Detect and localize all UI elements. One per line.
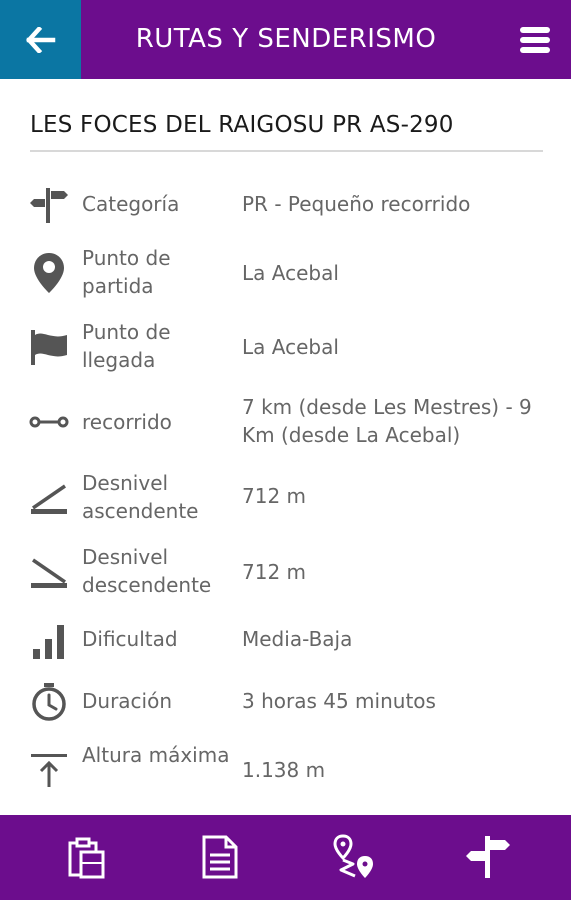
- duration-label: Duración: [82, 689, 173, 713]
- signpost-icon: [466, 836, 510, 878]
- duration-value: 3 horas 45 minutos: [242, 689, 436, 713]
- clipboard-button[interactable]: [60, 832, 112, 882]
- ascent-icon: [28, 477, 70, 519]
- signpost-icon: [28, 184, 70, 226]
- difficulty-value: Media-Baja: [242, 627, 353, 651]
- max-altitude-icon: [28, 749, 70, 791]
- flag-icon: [28, 326, 70, 368]
- document-button[interactable]: [193, 832, 245, 882]
- descent-label: Desnivel descendente: [82, 545, 212, 597]
- category-value: PR - Pequeño recorrido: [242, 192, 471, 216]
- route-title: LES FOCES DEL RAIGOSU PR AS-290: [30, 112, 454, 138]
- distance-label: recorrido: [82, 410, 172, 434]
- descent-value: 712 m: [242, 560, 307, 584]
- signpost-button[interactable]: [462, 832, 514, 882]
- bottom-toolbar: [0, 815, 571, 900]
- title-divider: [30, 150, 543, 152]
- clipboard-icon: [68, 837, 105, 879]
- ascent-label: Desnivel ascendente: [82, 471, 199, 523]
- hamburger-menu-icon: [520, 27, 550, 53]
- start-point-value: La Acebal: [242, 261, 339, 285]
- stopwatch-icon: [28, 681, 70, 723]
- max-altitude-value: 1.138 m: [242, 758, 326, 782]
- distance-icon: [28, 401, 70, 443]
- route-map-button[interactable]: [328, 832, 380, 882]
- menu-button[interactable]: [519, 24, 551, 56]
- difficulty-bars-icon: [28, 619, 70, 661]
- end-point-value: La Acebal: [242, 335, 339, 359]
- back-button[interactable]: [0, 0, 81, 79]
- route-map-icon: [333, 834, 373, 878]
- start-point-label: Punto de partida: [82, 246, 171, 298]
- difficulty-label: Dificultad: [82, 627, 178, 651]
- page-title: RUTAS Y SENDERISMO: [135, 24, 437, 54]
- descent-icon: [28, 551, 70, 593]
- category-label: Categoría: [82, 192, 180, 216]
- ascent-value: 712 m: [242, 484, 307, 508]
- arrow-left-icon: [25, 26, 55, 53]
- max-altitude-label: Altura máxima: [82, 743, 230, 767]
- end-point-label: Punto de llegada: [82, 320, 171, 372]
- map-pin-icon: [28, 252, 70, 294]
- distance-value: 7 km (desde Les Mestres) - 9 Km (desde L…: [242, 395, 532, 447]
- document-icon: [202, 835, 238, 879]
- header-bar: RUTAS Y SENDERISMO: [0, 0, 571, 79]
